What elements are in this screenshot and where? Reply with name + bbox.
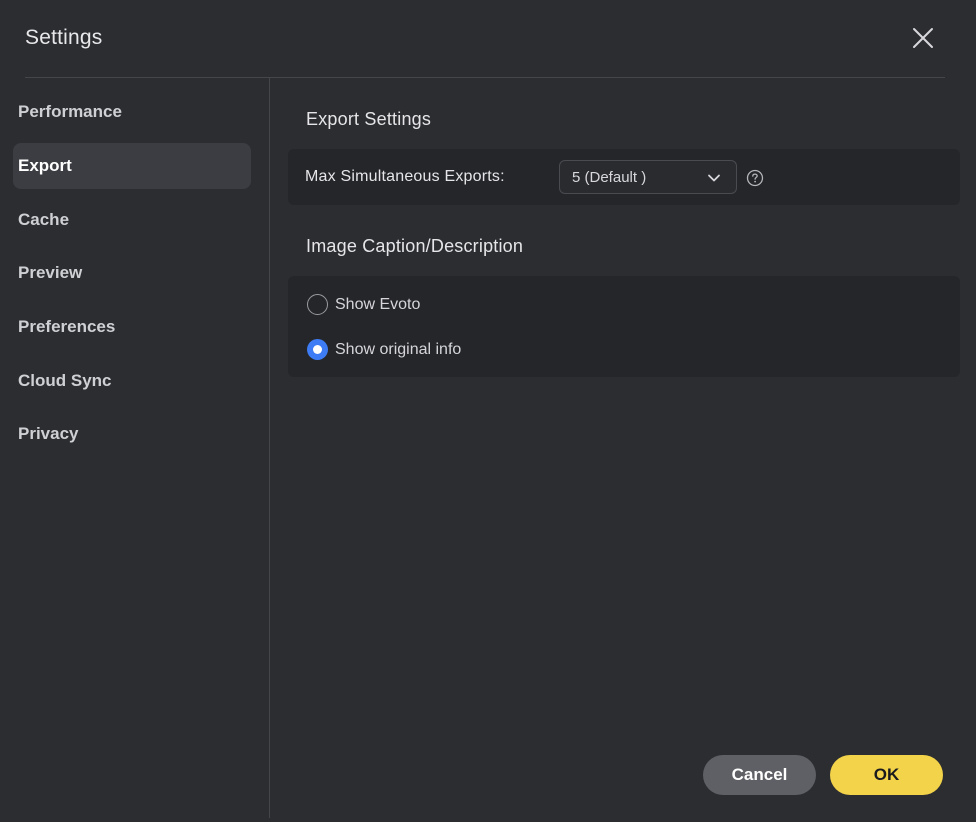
max-exports-value: 5 (Default ) [572,169,647,186]
sidebar-item-label: Privacy [18,424,79,443]
cancel-button[interactable]: Cancel [703,755,816,795]
sidebar: Performance Export Cache Preview Prefere… [0,78,269,822]
max-exports-dropdown[interactable]: 5 (Default ) [559,160,737,194]
ok-button[interactable]: OK [830,755,943,795]
sidebar-item-performance[interactable]: Performance [13,89,251,135]
radio-label: Show Evoto [335,296,421,313]
sidebar-item-privacy[interactable]: Privacy [13,411,251,457]
sidebar-item-export[interactable]: Export [13,143,251,189]
radio-label: Show original info [335,341,462,358]
help-circle-icon[interactable] [746,169,764,187]
sidebar-item-preview[interactable]: Preview [13,250,251,296]
close-button[interactable] [906,21,940,55]
chevron-down-icon [708,174,720,182]
settings-content: Export Settings Max Simultaneous Exports… [270,78,976,822]
radio-button-checked[interactable] [307,339,328,360]
dialog-header: Settings [0,0,976,78]
export-settings-panel: Max Simultaneous Exports: 5 (Default ) [288,149,960,205]
caption-panel: Show Evoto Show original info [288,276,960,377]
dialog-title: Settings [25,26,103,49]
sidebar-item-preferences[interactable]: Preferences [13,304,251,350]
sidebar-item-label: Preview [18,263,83,282]
sidebar-item-label: Export [18,156,72,175]
settings-dialog: Settings Performance Export Cache Previe… [0,0,976,822]
sidebar-item-label: Cache [18,210,70,229]
export-settings-title: Export Settings [306,109,432,129]
close-icon [913,28,933,48]
sidebar-item-label: Cloud Sync [18,371,112,390]
caption-section-title: Image Caption/Description [306,236,524,256]
sidebar-item-cloud-sync[interactable]: Cloud Sync [13,358,251,404]
radio-button-unchecked[interactable] [307,294,328,315]
sidebar-item-cache[interactable]: Cache [13,197,251,243]
sidebar-item-label: Preferences [18,317,116,336]
max-exports-label: Max Simultaneous Exports: [305,168,505,185]
sidebar-item-label: Performance [18,102,122,121]
